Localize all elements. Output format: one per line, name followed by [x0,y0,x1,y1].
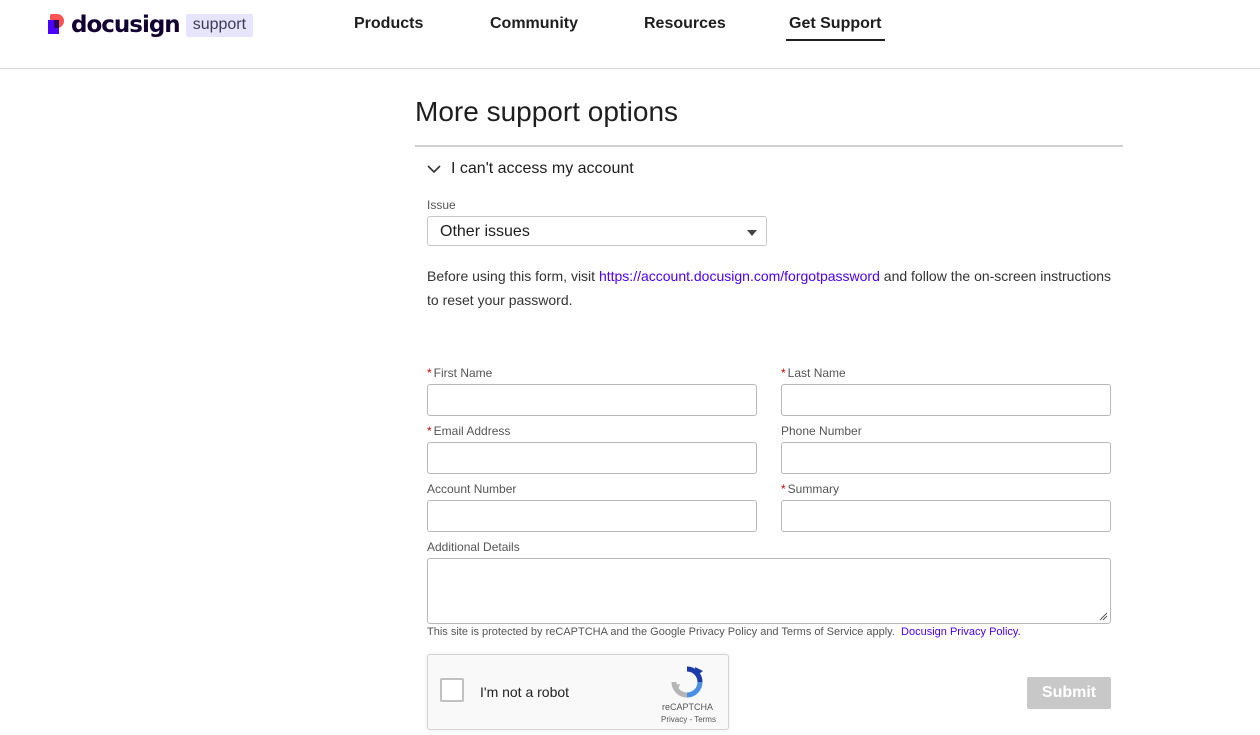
recaptcha-widget: I'm not a robot reCAPTCHA Privacy - Term… [427,654,729,730]
required-mark: * [427,424,432,438]
required-mark: * [781,366,786,380]
accordion-header[interactable]: I can't access my account [415,147,1123,191]
issue-select-value: Other issues [440,223,530,240]
last-name-input[interactable] [781,384,1111,416]
first-name-label: * First Name [427,366,492,380]
nav-products[interactable]: Products [354,15,423,33]
recaptcha-logo-icon [671,666,703,698]
nav-resources[interactable]: Resources [644,15,726,33]
first-name-label-text: First Name [433,366,493,380]
logo-wordmark: docusign [71,12,181,38]
intro-text: Before using this form, visit https://ac… [427,264,1117,312]
privacy-policy-link[interactable]: Docusign Privacy Policy. [901,626,1021,638]
recaptcha-privacy-terms[interactable]: Privacy - Terms [661,715,716,724]
summary-label-text: Summary [787,482,840,496]
recaptcha-notice-text: This site is protected by reCAPTCHA and … [427,626,895,638]
email-label-text: Email Address [433,424,511,438]
caret-down-icon [747,230,757,236]
first-name-input[interactable] [427,384,757,416]
email-input[interactable] [427,442,757,474]
nav-get-support[interactable]: Get Support [786,15,886,41]
docusign-logo[interactable]: docusign support [48,12,254,38]
logo-support-tag: support [185,13,254,37]
recaptcha-label: I'm not a robot [480,684,570,700]
submit-button[interactable]: Submit [1027,677,1111,709]
required-mark: * [427,366,432,380]
accordion-title: I can't access my account [451,160,634,177]
docusign-logo-icon [48,14,68,36]
summary-input[interactable] [781,500,1111,532]
phone-input[interactable] [781,442,1111,474]
nav-community[interactable]: Community [490,15,578,33]
support-options-section: More support options I can't access my a… [415,96,1123,730]
account-number-input[interactable] [427,500,757,532]
additional-details-textarea[interactable] [427,558,1111,624]
issue-label: Issue [427,198,456,212]
forgot-password-link[interactable]: https://account.docusign.com/forgotpassw… [599,268,880,284]
last-name-label: * Last Name [781,366,846,380]
intro-text-before: Before using this form, visit [427,268,599,284]
chevron-down-icon [427,165,441,174]
additional-details-label: Additional Details [427,540,520,554]
issue-select[interactable]: Other issues [427,216,767,246]
phone-label: Phone Number [781,424,862,438]
resize-grip-icon[interactable] [1099,612,1108,621]
account-number-label: Account Number [427,482,517,496]
summary-label: * Summary [781,482,839,496]
recaptcha-brand: reCAPTCHA [662,702,714,712]
site-header: docusign support Products Community Reso… [0,0,1260,69]
last-name-label-text: Last Name [787,366,846,380]
required-mark: * [781,482,786,496]
recaptcha-checkbox[interactable] [440,678,464,702]
page-title: More support options [415,96,679,127]
recaptcha-notice: This site is protected by reCAPTCHA and … [427,626,1021,638]
email-label: * Email Address [427,424,510,438]
